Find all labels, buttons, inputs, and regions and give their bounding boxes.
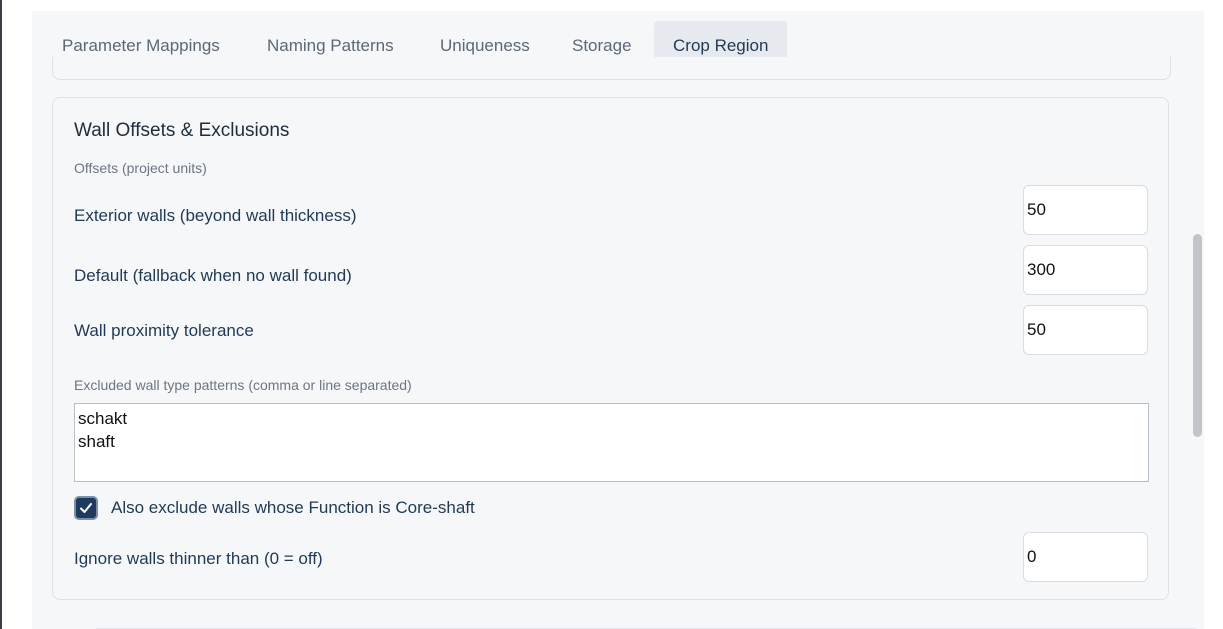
default-offset-input[interactable] (1023, 245, 1148, 295)
proximity-tolerance-input[interactable] (1023, 305, 1148, 355)
card-title: Wall Offsets & Exclusions (74, 120, 290, 141)
settings-panel: Parameter Mappings Naming Patterns Uniqu… (32, 11, 1204, 629)
ignore-thin-walls-label: Ignore walls thinner than (0 = off) (74, 549, 323, 568)
window-left-edge (0, 0, 2, 629)
exterior-walls-label: Exterior walls (beyond wall thickness) (74, 206, 357, 225)
wall-offsets-card: Wall Offsets & Exclusions Offsets (proje… (52, 97, 1169, 600)
exclude-core-shaft-checkbox[interactable] (74, 496, 98, 520)
default-offset-label: Default (fallback when no wall found) (74, 266, 352, 285)
ignore-thin-walls-input[interactable] (1023, 532, 1148, 582)
excluded-patterns-label: Excluded wall type patterns (comma or li… (74, 377, 412, 393)
exterior-walls-input[interactable] (1023, 185, 1148, 235)
offsets-section-label: Offsets (project units) (74, 160, 207, 176)
scrollbar-thumb[interactable] (1193, 234, 1202, 437)
previous-card-edge (52, 57, 1171, 80)
exclude-core-shaft-label[interactable]: Also exclude walls whose Function is Cor… (111, 498, 475, 518)
proximity-tolerance-label: Wall proximity tolerance (74, 321, 254, 340)
checkmark-icon (80, 503, 92, 513)
excluded-patterns-textarea[interactable] (74, 403, 1149, 482)
